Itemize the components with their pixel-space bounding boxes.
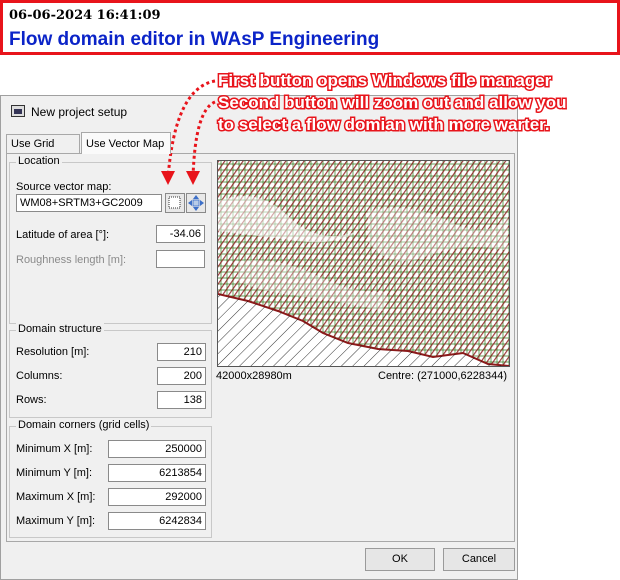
domain-structure-group-label: Domain structure (16, 323, 104, 335)
domain-structure-group: Domain structure Resolution [m]: 210 Col… (9, 323, 212, 418)
open-file-button[interactable] (165, 193, 185, 213)
minimum-x-label: Minimum X [m]: (16, 443, 93, 455)
tab-use-vector-map[interactable]: Use Vector Map (81, 132, 171, 154)
minimum-y-field[interactable]: 6213854 (108, 464, 206, 482)
vector-map-preview[interactable] (217, 160, 510, 367)
terrain-map-image (218, 161, 509, 366)
header-banner: 06-06-2024 16:41:09 Flow domain editor i… (0, 0, 620, 55)
latitude-field[interactable]: -34.06 (156, 225, 205, 243)
header-datetime: 06-06-2024 16:41:09 (9, 8, 161, 23)
location-group-label: Location (16, 155, 62, 167)
move-arrows-icon (188, 195, 204, 211)
app-icon (11, 105, 25, 117)
columns-field[interactable]: 200 (157, 367, 206, 385)
rows-field[interactable]: 138 (157, 391, 206, 409)
maximum-y-label: Maximum Y [m]: (16, 515, 96, 527)
resolution-label: Resolution [m]: (16, 346, 90, 358)
resolution-field[interactable]: 210 (157, 343, 206, 361)
annotation-line-1: First button opens Windows file manager (216, 70, 552, 92)
source-vector-map-label: Source vector map: (16, 181, 112, 193)
ok-button[interactable]: OK (365, 548, 435, 571)
map-size-text: 42000x28980m (216, 370, 292, 382)
map-centre-text: Centre: (271000,6228344) (378, 370, 508, 382)
open-file-icon (168, 196, 181, 209)
maximum-y-field[interactable]: 6242834 (108, 512, 206, 530)
columns-label: Columns: (16, 370, 63, 382)
location-group: Location Source vector map: WM08+SRTM3+G… (9, 155, 212, 324)
annotation-line-3: to select a flow domian with more warter… (216, 114, 551, 136)
tab-use-grid-map[interactable]: Use Grid Map (6, 134, 80, 169)
header-title: Flow domain editor in WAsP Engineering (9, 29, 380, 50)
latitude-label: Latitude of area [°]: (16, 229, 110, 241)
minimum-x-field[interactable]: 250000 (108, 440, 206, 458)
roughness-length-label: Roughness length [m]: (16, 254, 127, 266)
domain-corners-group: Domain corners (grid cells) Minimum X [m… (9, 419, 212, 538)
maximum-x-field[interactable]: 292000 (108, 488, 206, 506)
minimum-y-label: Minimum Y [m]: (16, 467, 92, 479)
roughness-length-field[interactable] (156, 250, 205, 268)
source-vector-map-field[interactable]: WM08+SRTM3+GC2009 (16, 194, 162, 212)
annotation-text: First button opens Windows file manager … (216, 70, 567, 136)
rows-label: Rows: (16, 394, 47, 406)
cancel-button[interactable]: Cancel (443, 548, 515, 571)
domain-corners-group-label: Domain corners (grid cells) (16, 419, 152, 431)
dialog-title: New project setup (31, 105, 128, 119)
zoom-out-select-button[interactable] (186, 193, 206, 213)
annotation-line-2: Second button will zoom out and allow yo… (216, 92, 567, 114)
maximum-x-label: Maximum X [m]: (16, 491, 96, 503)
